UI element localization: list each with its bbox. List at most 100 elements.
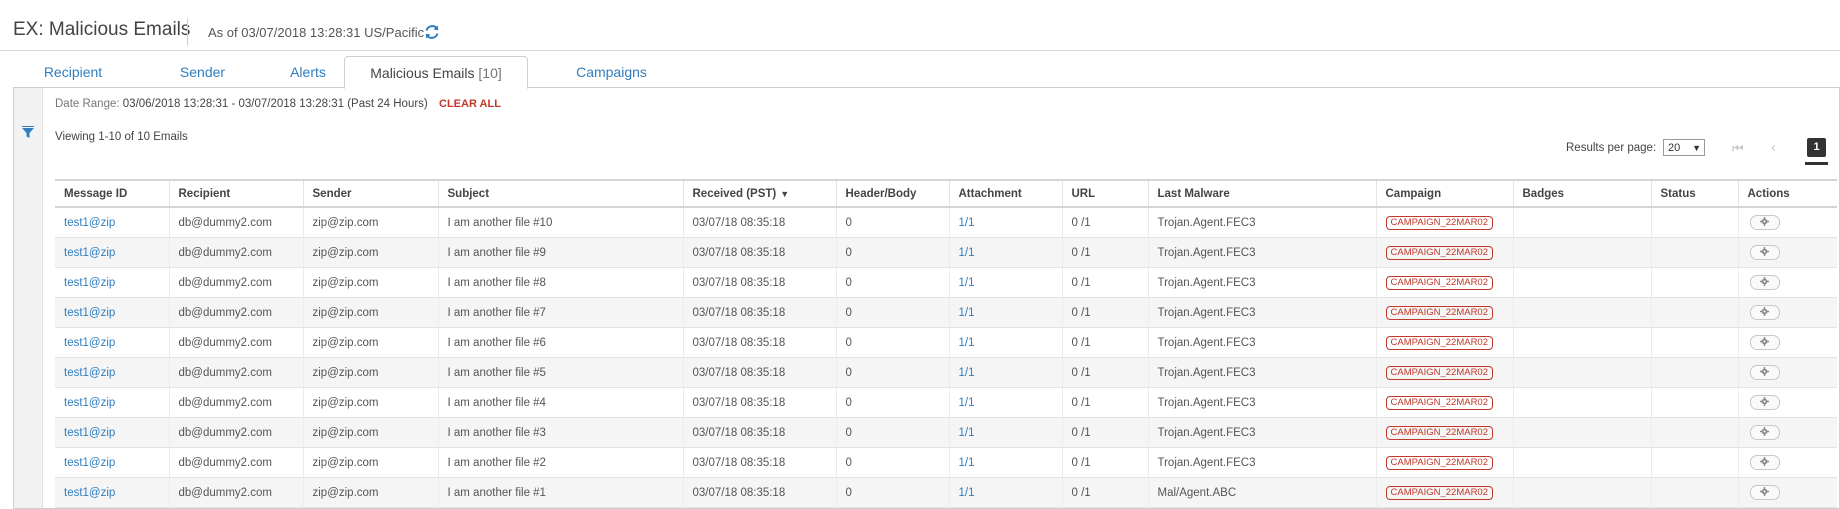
attachment-link[interactable]: 1/1 xyxy=(959,457,975,469)
recipient-cell: db@dummy2.com xyxy=(168,357,303,388)
url-cell: 0 /1 xyxy=(1061,387,1148,418)
actions-gear-button[interactable] xyxy=(1749,425,1780,440)
message-id-link[interactable]: test1@zip xyxy=(55,237,169,268)
badges-cell xyxy=(1512,477,1651,508)
message-id-link[interactable]: test1@zip xyxy=(55,477,169,508)
gear-icon xyxy=(1760,247,1769,256)
actions-gear-button[interactable] xyxy=(1749,335,1780,350)
message-id-link[interactable]: test1@zip xyxy=(55,387,169,418)
column-header-sender[interactable]: Sender xyxy=(302,179,438,208)
message-id-link[interactable]: test1@zip xyxy=(55,357,169,388)
actions-gear-button[interactable] xyxy=(1749,485,1780,500)
table-row[interactable]: test1@zip db@dummy2.com zip@zip.com I am an… xyxy=(55,357,1837,388)
column-header-subject[interactable]: Subject xyxy=(437,179,683,208)
campaign-cell: CAMPAIGN_22MAR02 xyxy=(1375,387,1513,418)
previous-page-icon[interactable]: ‹ xyxy=(1771,139,1776,156)
subject-cell: I am another file #8 xyxy=(437,267,683,298)
table-row[interactable]: test1@zip db@dummy2.com zip@zip.com I am an… xyxy=(55,447,1837,478)
filter-rail xyxy=(14,88,43,508)
tab-campaigns[interactable]: Campaigns xyxy=(544,56,679,88)
column-header-campaign[interactable]: Campaign xyxy=(1375,179,1513,208)
column-header-last-malware[interactable]: Last Malware xyxy=(1147,179,1376,208)
campaign-badge[interactable]: CAMPAIGN_22MAR02 xyxy=(1385,335,1493,350)
campaign-badge[interactable]: CAMPAIGN_22MAR02 xyxy=(1385,425,1493,440)
campaign-cell: CAMPAIGN_22MAR02 xyxy=(1375,447,1513,478)
sender-cell: zip@zip.com xyxy=(302,417,438,448)
column-header-message-id[interactable]: Message ID xyxy=(55,179,169,208)
attachment-link[interactable]: 1/1 xyxy=(959,337,975,349)
tab-malicious-emails[interactable]: Malicious Emails [10] xyxy=(344,56,528,89)
message-id-link[interactable]: test1@zip xyxy=(55,207,169,238)
attachment-link[interactable]: 1/1 xyxy=(959,397,975,409)
page-1-button[interactable]: 1 xyxy=(1807,138,1826,157)
column-header-received[interactable]: Received (PST) ▼ xyxy=(682,179,836,208)
refresh-icon[interactable] xyxy=(424,24,440,40)
date-range-value: 03/06/2018 13:28:31 - 03/07/2018 13:28:3… xyxy=(122,98,428,110)
last-malware-cell: Trojan.Agent.FEC3 xyxy=(1147,417,1376,448)
sender-cell: zip@zip.com xyxy=(302,447,438,478)
column-header-recipient[interactable]: Recipient xyxy=(168,179,303,208)
column-header-url[interactable]: URL xyxy=(1061,179,1148,208)
header-body-cell: 0 xyxy=(835,327,949,358)
actions-gear-button[interactable] xyxy=(1749,245,1780,260)
first-page-icon[interactable]: ⏮ xyxy=(1732,141,1744,157)
message-id-link[interactable]: test1@zip xyxy=(55,447,169,478)
recipient-cell: db@dummy2.com xyxy=(168,447,303,478)
actions-gear-button[interactable] xyxy=(1749,275,1780,290)
table-row[interactable]: test1@zip db@dummy2.com zip@zip.com I am an… xyxy=(55,417,1837,448)
table-row[interactable]: test1@zip db@dummy2.com zip@zip.com I am an… xyxy=(55,387,1837,418)
clear-all-button[interactable]: CLEAR ALL xyxy=(439,98,501,110)
table-row[interactable]: test1@zip db@dummy2.com zip@zip.com I am an… xyxy=(55,207,1837,238)
table-row[interactable]: test1@zip db@dummy2.com zip@zip.com I am an… xyxy=(55,297,1837,328)
campaign-cell: CAMPAIGN_22MAR02 xyxy=(1375,327,1513,358)
campaign-badge[interactable]: CAMPAIGN_22MAR02 xyxy=(1385,215,1493,230)
subject-cell: I am another file #6 xyxy=(437,327,683,358)
gear-icon xyxy=(1760,217,1769,226)
subject-cell: I am another file #3 xyxy=(437,417,683,448)
filter-icon[interactable] xyxy=(18,123,38,143)
campaign-badge[interactable]: CAMPAIGN_22MAR02 xyxy=(1385,275,1493,290)
table-row[interactable]: test1@zip db@dummy2.com zip@zip.com I am an… xyxy=(55,327,1837,358)
attachment-link[interactable]: 1/1 xyxy=(959,487,975,499)
actions-gear-button[interactable] xyxy=(1749,365,1780,380)
table-row[interactable]: test1@zip db@dummy2.com zip@zip.com I am an… xyxy=(55,237,1837,268)
attachment-link[interactable]: 1/1 xyxy=(959,427,975,439)
tab-recipient[interactable]: Recipient xyxy=(13,56,133,88)
actions-gear-button[interactable] xyxy=(1749,305,1780,320)
table-row[interactable]: test1@zip db@dummy2.com zip@zip.com I am an… xyxy=(55,477,1837,508)
message-id-link[interactable]: test1@zip xyxy=(55,297,169,328)
message-id-link[interactable]: test1@zip xyxy=(55,327,169,358)
column-header-header-body[interactable]: Header/Body xyxy=(835,179,949,208)
message-id-link[interactable]: test1@zip xyxy=(55,417,169,448)
column-header-badges[interactable]: Badges xyxy=(1512,179,1651,208)
sender-cell: zip@zip.com xyxy=(302,207,438,238)
tab-sender[interactable]: Sender xyxy=(135,56,270,88)
campaign-badge[interactable]: CAMPAIGN_22MAR02 xyxy=(1385,365,1493,380)
campaign-badge[interactable]: CAMPAIGN_22MAR02 xyxy=(1385,455,1493,470)
table-row[interactable]: test1@zip db@dummy2.com zip@zip.com I am an… xyxy=(55,267,1837,298)
status-cell xyxy=(1650,417,1738,448)
attachment-link[interactable]: 1/1 xyxy=(959,247,975,259)
header-body-cell: 0 xyxy=(835,297,949,328)
attachment-link[interactable]: 1/1 xyxy=(959,367,975,379)
campaign-badge[interactable]: CAMPAIGN_22MAR02 xyxy=(1385,305,1493,320)
attachment-link[interactable]: 1/1 xyxy=(959,217,975,229)
campaign-badge[interactable]: CAMPAIGN_22MAR02 xyxy=(1385,245,1493,260)
results-panel: Date Range: 03/06/2018 13:28:31 - 03/07/… xyxy=(13,87,1840,509)
attachment-link[interactable]: 1/1 xyxy=(959,307,975,319)
column-header-status[interactable]: Status xyxy=(1650,179,1738,208)
tab-alerts[interactable]: Alerts xyxy=(258,56,358,88)
column-header-attachment[interactable]: Attachment xyxy=(948,179,1062,208)
status-cell xyxy=(1650,297,1738,328)
url-cell: 0 /1 xyxy=(1061,447,1148,478)
attachment-link[interactable]: 1/1 xyxy=(959,277,975,289)
results-per-page-select[interactable]: 20 ▼ xyxy=(1663,139,1705,156)
message-id-link[interactable]: test1@zip xyxy=(55,267,169,298)
campaign-badge[interactable]: CAMPAIGN_22MAR02 xyxy=(1385,485,1493,500)
campaign-badge[interactable]: CAMPAIGN_22MAR02 xyxy=(1385,395,1493,410)
attachment-cell: 1/1 xyxy=(948,417,1062,448)
actions-gear-button[interactable] xyxy=(1749,395,1780,410)
actions-gear-button[interactable] xyxy=(1749,455,1780,470)
actions-gear-button[interactable] xyxy=(1749,215,1780,230)
gear-icon xyxy=(1760,457,1769,466)
